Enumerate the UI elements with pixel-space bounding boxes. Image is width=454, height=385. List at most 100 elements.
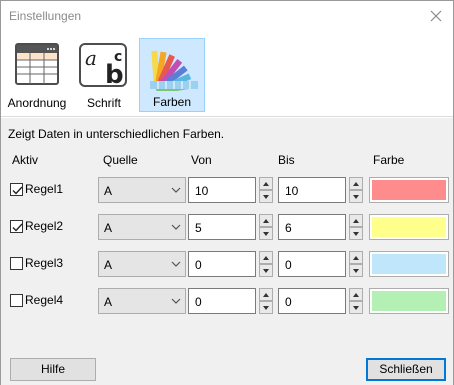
bis-spin-down[interactable] (349, 227, 363, 240)
quelle-value: A (104, 184, 113, 198)
color-swatch-fill (372, 180, 446, 200)
bis-spinner[interactable] (349, 214, 363, 240)
von-spin-up[interactable] (259, 288, 273, 301)
chevron-down-icon (171, 298, 181, 304)
color-rules-panel: Zeigt Daten in unterschiedlichen Farben.… (1, 118, 453, 385)
von-input[interactable]: 10 (188, 177, 256, 203)
close-icon[interactable] (427, 7, 445, 25)
color-swatch-fill (372, 254, 446, 274)
rule-label: Regel1 (25, 182, 64, 196)
arrow-up-icon (353, 219, 359, 223)
von-value: 10 (195, 184, 209, 198)
ribbon-label-anordnung: Anordnung (7, 96, 67, 110)
von-spin-up[interactable] (259, 251, 273, 264)
ribbon-label-schrift: Schrift (86, 96, 121, 110)
quelle-dropdown[interactable]: A (98, 177, 186, 203)
ribbon-button-farben[interactable]: Farben (139, 38, 205, 112)
arrow-down-icon (353, 269, 359, 273)
chevron-down-icon (171, 187, 181, 193)
bis-value: 0 (285, 295, 292, 309)
von-spinner[interactable] (259, 251, 273, 277)
von-spinner[interactable] (259, 214, 273, 240)
bis-spinner[interactable] (349, 288, 363, 314)
header-quelle: Quelle (103, 153, 138, 167)
font-icon: a b c (79, 43, 127, 87)
arrow-up-icon (263, 256, 269, 260)
window-title: Einstellungen (9, 9, 82, 23)
rule-active-checkbox[interactable] (10, 220, 23, 233)
rule-label: Regel3 (25, 256, 64, 270)
von-spinner[interactable] (259, 288, 273, 314)
rule-active-checkbox[interactable] (10, 257, 23, 270)
von-input[interactable]: 5 (188, 214, 256, 240)
von-spin-down[interactable] (259, 227, 273, 240)
bis-spinner[interactable] (349, 251, 363, 277)
ribbon-label-farben: Farben (152, 95, 192, 109)
quelle-dropdown[interactable]: A (98, 214, 186, 240)
arrow-up-icon (353, 256, 359, 260)
bis-input[interactable]: 6 (278, 214, 346, 240)
bis-spin-up[interactable] (349, 288, 363, 301)
bis-spin-up[interactable] (349, 214, 363, 227)
bis-spin-down[interactable] (349, 301, 363, 314)
color-palette-icon (150, 50, 198, 91)
rule-label: Regel4 (25, 293, 64, 307)
color-swatch[interactable] (369, 214, 449, 240)
von-input[interactable]: 0 (188, 288, 256, 314)
von-spin-down[interactable] (259, 301, 273, 314)
bis-input[interactable]: 0 (278, 288, 346, 314)
chevron-down-icon (171, 224, 181, 230)
arrow-up-icon (353, 293, 359, 297)
help-button[interactable]: Hilfe (10, 358, 96, 381)
header-aktiv: Aktiv (12, 153, 39, 167)
panel-description: Zeigt Daten in unterschiedlichen Farben. (8, 127, 225, 141)
arrow-down-icon (353, 232, 359, 236)
bis-spinner[interactable] (349, 177, 363, 203)
rule-active-checkbox[interactable] (10, 183, 23, 196)
quelle-dropdown[interactable]: A (98, 251, 186, 277)
von-spin-up[interactable] (259, 214, 273, 227)
von-spinner[interactable] (259, 177, 273, 203)
arrow-down-icon (263, 306, 269, 310)
color-swatch[interactable] (369, 251, 449, 277)
color-swatch[interactable] (369, 177, 449, 203)
color-swatch-fill (372, 291, 446, 311)
quelle-value: A (104, 221, 113, 235)
bis-spin-up[interactable] (349, 177, 363, 190)
quelle-dropdown[interactable]: A (98, 288, 186, 314)
ribbon-button-schrift[interactable]: a b c Schrift (75, 38, 133, 112)
table-layout-icon (15, 43, 59, 85)
von-spin-down[interactable] (259, 190, 273, 203)
ribbon-toolbar: Anordnung a b c Schrift Farben (1, 33, 453, 117)
von-spin-down[interactable] (259, 264, 273, 277)
header-bis: Bis (278, 153, 295, 167)
svg-text:a: a (85, 46, 97, 70)
von-spin-up[interactable] (259, 177, 273, 190)
close-button[interactable]: Schließen (366, 358, 446, 381)
color-swatch[interactable] (369, 288, 449, 314)
bis-spin-down[interactable] (349, 190, 363, 203)
von-input[interactable]: 0 (188, 251, 256, 277)
svg-text:c: c (114, 49, 122, 65)
bis-value: 10 (285, 184, 299, 198)
rule-row: Regel1 A 10 10 (1, 177, 453, 203)
checkmark-icon (12, 223, 23, 232)
rule-row: Regel4 A 0 0 (1, 288, 453, 314)
bis-spin-up[interactable] (349, 251, 363, 264)
ribbon-button-anordnung[interactable]: Anordnung (5, 38, 69, 112)
arrow-down-icon (353, 195, 359, 199)
chevron-down-icon (171, 261, 181, 267)
von-value: 5 (195, 221, 202, 235)
arrow-down-icon (353, 306, 359, 310)
arrow-down-icon (263, 195, 269, 199)
settings-dialog: Einstellungen Anordnung a b c Schrift Fa… (0, 0, 454, 385)
arrow-down-icon (263, 232, 269, 236)
rule-row: Regel3 A 0 0 (1, 251, 453, 277)
von-value: 0 (195, 295, 202, 309)
checkmark-icon (12, 186, 23, 195)
rule-active-checkbox[interactable] (10, 294, 23, 307)
bis-spin-down[interactable] (349, 264, 363, 277)
arrow-up-icon (263, 182, 269, 186)
bis-input[interactable]: 10 (278, 177, 346, 203)
bis-input[interactable]: 0 (278, 251, 346, 277)
